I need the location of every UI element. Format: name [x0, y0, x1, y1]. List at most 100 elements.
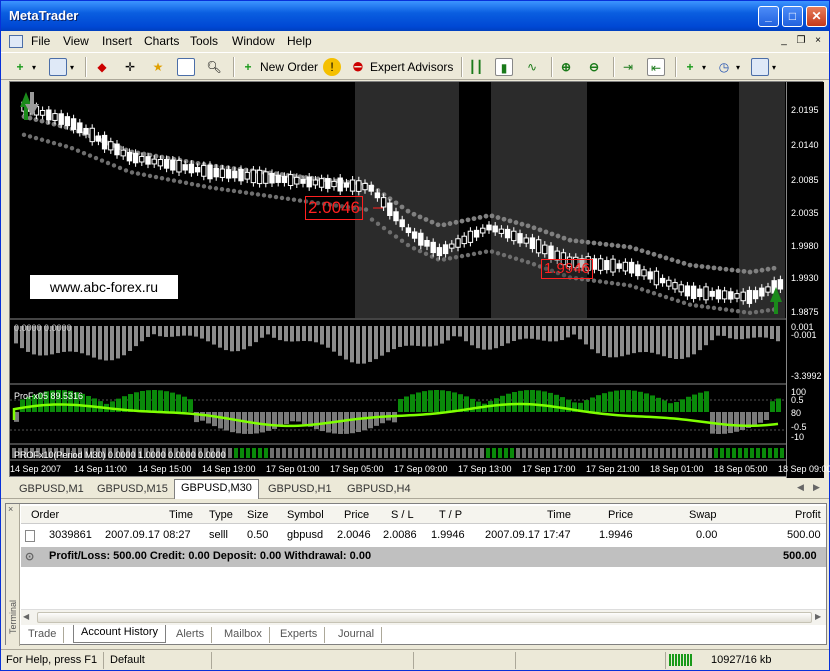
- indicators-button[interactable]: + ▾: [681, 56, 706, 78]
- periods-button[interactable]: ◷ ▾: [715, 56, 740, 78]
- terminal-button[interactable]: [177, 56, 195, 78]
- ma-mid-dot: [519, 258, 525, 263]
- tab-experts[interactable]: Experts: [273, 627, 326, 643]
- col-header[interactable]: Time: [169, 509, 193, 521]
- new-order-button[interactable]: + New Order: [239, 56, 318, 78]
- market-watch-button[interactable]: ◆: [93, 56, 111, 78]
- minimize-button[interactable]: _: [758, 6, 779, 27]
- mdi-close-button[interactable]: ×: [811, 34, 825, 47]
- candle-body: [374, 192, 381, 199]
- terminal-side-tab[interactable]: × Terminal: [6, 504, 20, 646]
- sub2-indicator-label: ProFx05 89.5316: [14, 391, 84, 401]
- chart-tab-h4[interactable]: GBPUSD,H4: [341, 481, 417, 498]
- candle-body: [548, 245, 554, 260]
- chart-window-icon[interactable]: [9, 35, 23, 48]
- horizontal-scrollbar[interactable]: ◀ ▶: [21, 609, 826, 625]
- signal-block: [768, 448, 772, 458]
- candle-body: [467, 230, 474, 243]
- chart-tab-h1[interactable]: GBPUSD,H1: [262, 481, 338, 498]
- oscillator-bar: [290, 412, 295, 422]
- mdi-minimize-button[interactable]: _: [777, 34, 791, 47]
- favorites-button[interactable]: ★: [149, 56, 167, 78]
- chart-window[interactable]: www.abc-forex.ru 2.0046 1.9946 0.0000 0.…: [9, 81, 830, 478]
- autoscroll-button[interactable]: ⇥: [619, 56, 637, 78]
- tab-account-history[interactable]: Account History: [73, 625, 167, 643]
- ma-mid-dot: [237, 189, 243, 195]
- line-chart-button[interactable]: ∿: [523, 56, 541, 78]
- mdi-restore-button[interactable]: ❐: [794, 34, 808, 47]
- col-header[interactable]: Time: [547, 509, 571, 521]
- table-row[interactable]: 3039861 2007.09.17 08:27 selll 0.50 gbpu…: [21, 526, 826, 546]
- navigator-button[interactable]: ✛: [121, 56, 139, 78]
- new-chart-button[interactable]: + ▾: [11, 56, 36, 78]
- menu-view[interactable]: View: [63, 34, 89, 48]
- histogram-bar: [212, 326, 216, 345]
- col-header[interactable]: Size: [247, 509, 268, 521]
- candle-body: [207, 164, 213, 180]
- signal-block: [594, 448, 598, 458]
- col-header[interactable]: Symbol: [287, 509, 324, 521]
- menu-insert[interactable]: Insert: [102, 34, 132, 48]
- maximize-button[interactable]: □: [782, 6, 803, 27]
- chart-tab-m15[interactable]: GBPUSD,M15: [91, 481, 174, 498]
- chart-tab-m30[interactable]: GBPUSD,M30: [174, 479, 259, 499]
- tab-journal[interactable]: Journal: [331, 627, 383, 643]
- session-band: [491, 82, 587, 318]
- col-header[interactable]: Profit: [795, 509, 821, 521]
- col-header[interactable]: Order: [31, 509, 59, 521]
- tp-price-box: 1.9946: [541, 259, 593, 279]
- profiles-button[interactable]: ▾: [49, 56, 74, 78]
- candles-button[interactable]: ▮: [495, 56, 513, 78]
- alert-button[interactable]: !: [323, 56, 341, 78]
- oscillator-bar: [440, 390, 445, 412]
- histogram-bar: [104, 326, 108, 361]
- zoom-in-button[interactable]: ⊕: [557, 56, 575, 78]
- menu-tools[interactable]: Tools: [190, 34, 218, 48]
- ma-mid-dot: [531, 262, 537, 267]
- chart-tab-m1[interactable]: GBPUSD,M1: [13, 481, 90, 498]
- scroll-right-icon[interactable]: ▶: [815, 612, 821, 621]
- tab-alerts[interactable]: Alerts: [169, 627, 213, 643]
- oscillator-bar: [530, 390, 535, 412]
- tab-scroll-right-icon[interactable]: ▶: [813, 482, 820, 493]
- scroll-thumb[interactable]: [37, 612, 812, 623]
- col-header[interactable]: Type: [209, 509, 233, 521]
- bar-chart-button[interactable]: ┃┃: [467, 56, 485, 78]
- oscillator-bar: [218, 412, 223, 429]
- signal-block: [366, 448, 370, 458]
- candle-body: [424, 240, 430, 247]
- session-band: [355, 82, 459, 318]
- col-header[interactable]: Price: [344, 509, 369, 521]
- cell-tp: 1.9946: [431, 529, 465, 541]
- col-header[interactable]: S / L: [391, 509, 414, 521]
- templates-button[interactable]: ▾: [751, 56, 776, 78]
- tab-mailbox[interactable]: Mailbox: [217, 627, 270, 643]
- oscillator-bar: [428, 390, 433, 412]
- ma-slow-dot: [231, 166, 237, 171]
- col-header[interactable]: Price: [608, 509, 633, 521]
- scroll-left-icon[interactable]: ◀: [23, 612, 29, 621]
- menu-file[interactable]: File: [31, 34, 50, 48]
- col-header[interactable]: T / P: [439, 509, 462, 521]
- zoom-out-button[interactable]: ⊖: [585, 56, 603, 78]
- close-button[interactable]: ✕: [806, 6, 827, 27]
- chart-shift-button[interactable]: ⇤: [647, 56, 665, 78]
- total-row: ⊙ Profit/Loss: 500.00 Credit: 0.00 Depos…: [21, 547, 826, 567]
- autoscroll-icon: ⇥: [622, 60, 634, 74]
- tab-scroll-left-icon[interactable]: ◀: [797, 482, 804, 493]
- tab-trade[interactable]: Trade: [21, 627, 65, 643]
- col-header[interactable]: Swap: [689, 509, 717, 521]
- ma-slow-dot: [429, 219, 435, 225]
- ma-mid-dot: [69, 146, 75, 151]
- ma-slow-dot: [771, 265, 777, 271]
- ma-mid-dot: [609, 280, 615, 286]
- menu-window[interactable]: Window: [232, 34, 275, 48]
- expert-advisors-button[interactable]: ⛔︎ Expert Advisors: [349, 56, 453, 78]
- menu-help[interactable]: Help: [287, 34, 312, 48]
- signal-block: [492, 448, 496, 458]
- terminal-close-icon[interactable]: ×: [8, 504, 13, 514]
- candle-body: [759, 287, 765, 297]
- menu-charts[interactable]: Charts: [144, 34, 179, 48]
- tester-button[interactable]: 🔍︎: [205, 56, 223, 78]
- title-bar[interactable]: MetaTrader _ □ ✕: [1, 1, 829, 31]
